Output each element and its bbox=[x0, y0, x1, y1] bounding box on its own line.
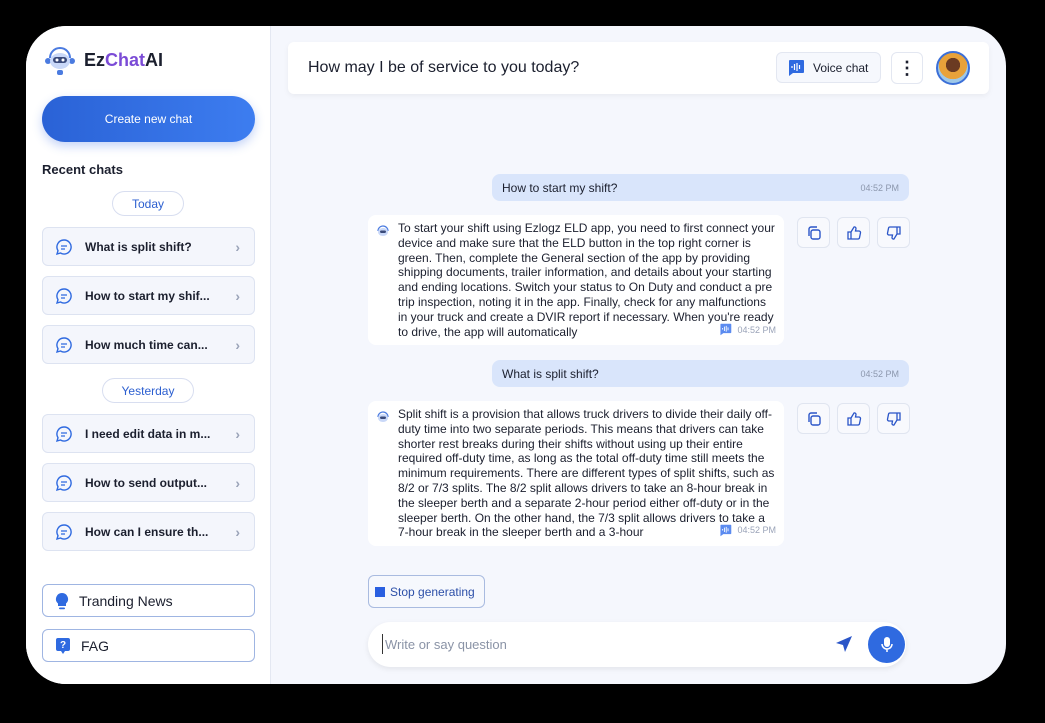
voice-wave-icon[interactable] bbox=[719, 323, 732, 336]
chat-title: How to send output... bbox=[85, 475, 207, 490]
faq-label: FAG bbox=[81, 637, 110, 654]
thumbs-down-button[interactable] bbox=[877, 403, 910, 434]
user-message: What is split shift? 04:52 PM bbox=[492, 360, 909, 387]
recent-chat-item[interactable]: How much time can... › bbox=[42, 325, 255, 364]
chat-bubble-icon bbox=[55, 336, 72, 353]
chevron-right-icon: › bbox=[235, 238, 240, 255]
microphone-icon bbox=[880, 636, 893, 652]
app-name: EzChatAI bbox=[84, 49, 164, 70]
chat-title: I need edit data in m... bbox=[85, 426, 211, 441]
thumbs-up-button[interactable] bbox=[837, 403, 870, 434]
message-actions bbox=[797, 403, 910, 434]
recent-chat-item[interactable]: How can I ensure th... › bbox=[42, 512, 255, 551]
chat-title: How can I ensure th... bbox=[85, 524, 209, 539]
user-message: How to start my shift? 04:52 PM bbox=[492, 174, 909, 201]
message-time: 04:52 PM bbox=[737, 324, 776, 335]
bot-message: To start your shift using Ezlogz ELD app… bbox=[368, 215, 784, 346]
create-new-chat-button[interactable]: Create new chat bbox=[42, 96, 255, 142]
voice-wave-icon bbox=[789, 59, 804, 76]
message-text: What is split shift? bbox=[502, 366, 599, 381]
recent-chat-item[interactable]: How to send output... › bbox=[42, 463, 255, 502]
trending-news-button[interactable]: Tranding News bbox=[42, 584, 255, 617]
message-time: 04:52 PM bbox=[737, 525, 776, 536]
message-time: 04:52 PM bbox=[860, 182, 899, 193]
recent-chat-item[interactable]: What is split shift? › bbox=[42, 227, 255, 266]
more-options-button[interactable]: ⋮ bbox=[891, 52, 923, 84]
chevron-right-icon: › bbox=[235, 425, 240, 442]
lightbulb-icon bbox=[55, 592, 69, 609]
thumbs-up-button[interactable] bbox=[837, 217, 870, 248]
chat-title: How to start my shif... bbox=[85, 288, 210, 303]
message-text: Split shift is a provision that allows t… bbox=[398, 407, 775, 540]
chevron-right-icon: › bbox=[235, 336, 240, 353]
robot-logo-icon bbox=[45, 47, 75, 75]
copy-button[interactable] bbox=[797, 403, 830, 434]
voice-chat-label: Voice chat bbox=[813, 60, 869, 75]
voice-chat-button[interactable]: Voice chat bbox=[776, 52, 881, 83]
bot-avatar-icon bbox=[377, 411, 389, 422]
chevron-right-icon: › bbox=[235, 523, 240, 540]
thumbs-down-icon bbox=[886, 411, 901, 426]
question-input-bar bbox=[368, 622, 906, 667]
header: How may I be of service to you today? Vo… bbox=[288, 42, 989, 94]
thumbs-up-icon bbox=[846, 225, 861, 240]
date-group-label: Yesterday bbox=[102, 378, 194, 403]
question-input[interactable] bbox=[382, 634, 822, 654]
bot-message: Split shift is a provision that allows t… bbox=[368, 401, 784, 547]
thumbs-down-button[interactable] bbox=[877, 217, 910, 248]
chat-bubble-icon bbox=[55, 474, 72, 491]
logo: EzChatAI bbox=[42, 42, 163, 78]
page-title: How may I be of service to you today? bbox=[308, 59, 580, 76]
stop-generating-button[interactable]: Stop generating bbox=[368, 575, 485, 608]
microphone-button[interactable] bbox=[868, 626, 905, 663]
chevron-right-icon: › bbox=[235, 287, 240, 304]
stop-icon bbox=[375, 586, 385, 597]
message-time: 04:52 PM bbox=[860, 368, 899, 379]
recent-chat-item[interactable]: I need edit data in m... › bbox=[42, 414, 255, 453]
kebab-icon: ⋮ bbox=[898, 57, 916, 78]
message-text: To start your shift using Ezlogz ELD app… bbox=[398, 221, 775, 339]
copy-icon bbox=[807, 411, 821, 426]
chat-title: How much time can... bbox=[85, 337, 208, 352]
chat-title: What is split shift? bbox=[85, 239, 192, 254]
message-text: How to start my shift? bbox=[502, 180, 618, 195]
copy-button[interactable] bbox=[797, 217, 830, 248]
faq-button[interactable]: ? FAG bbox=[42, 629, 255, 662]
question-icon: ? bbox=[56, 637, 70, 654]
date-group-label: Today bbox=[112, 191, 184, 216]
chat-bubble-icon bbox=[55, 238, 72, 255]
user-avatar[interactable] bbox=[936, 51, 970, 85]
bot-avatar-icon bbox=[377, 225, 389, 236]
chevron-right-icon: › bbox=[235, 474, 240, 491]
chat-bubble-icon bbox=[55, 425, 72, 442]
thumbs-down-icon bbox=[886, 225, 901, 240]
copy-icon bbox=[807, 225, 821, 240]
chat-bubble-icon bbox=[55, 287, 72, 304]
recent-chat-item[interactable]: How to start my shif... › bbox=[42, 276, 255, 315]
sidebar: EzChatAI Create new chat Recent chats To… bbox=[26, 26, 271, 684]
thumbs-up-icon bbox=[846, 411, 861, 426]
chat-bubble-icon bbox=[55, 523, 72, 540]
message-actions bbox=[797, 217, 910, 248]
app-window: EzChatAI Create new chat Recent chats To… bbox=[26, 26, 1006, 684]
stop-generating-label: Stop generating bbox=[390, 584, 475, 599]
recent-chats-heading: Recent chats bbox=[42, 162, 123, 177]
voice-wave-icon[interactable] bbox=[719, 524, 732, 537]
trending-news-label: Tranding News bbox=[79, 592, 173, 609]
send-icon[interactable] bbox=[834, 634, 854, 654]
svg-text:?: ? bbox=[60, 640, 66, 651]
